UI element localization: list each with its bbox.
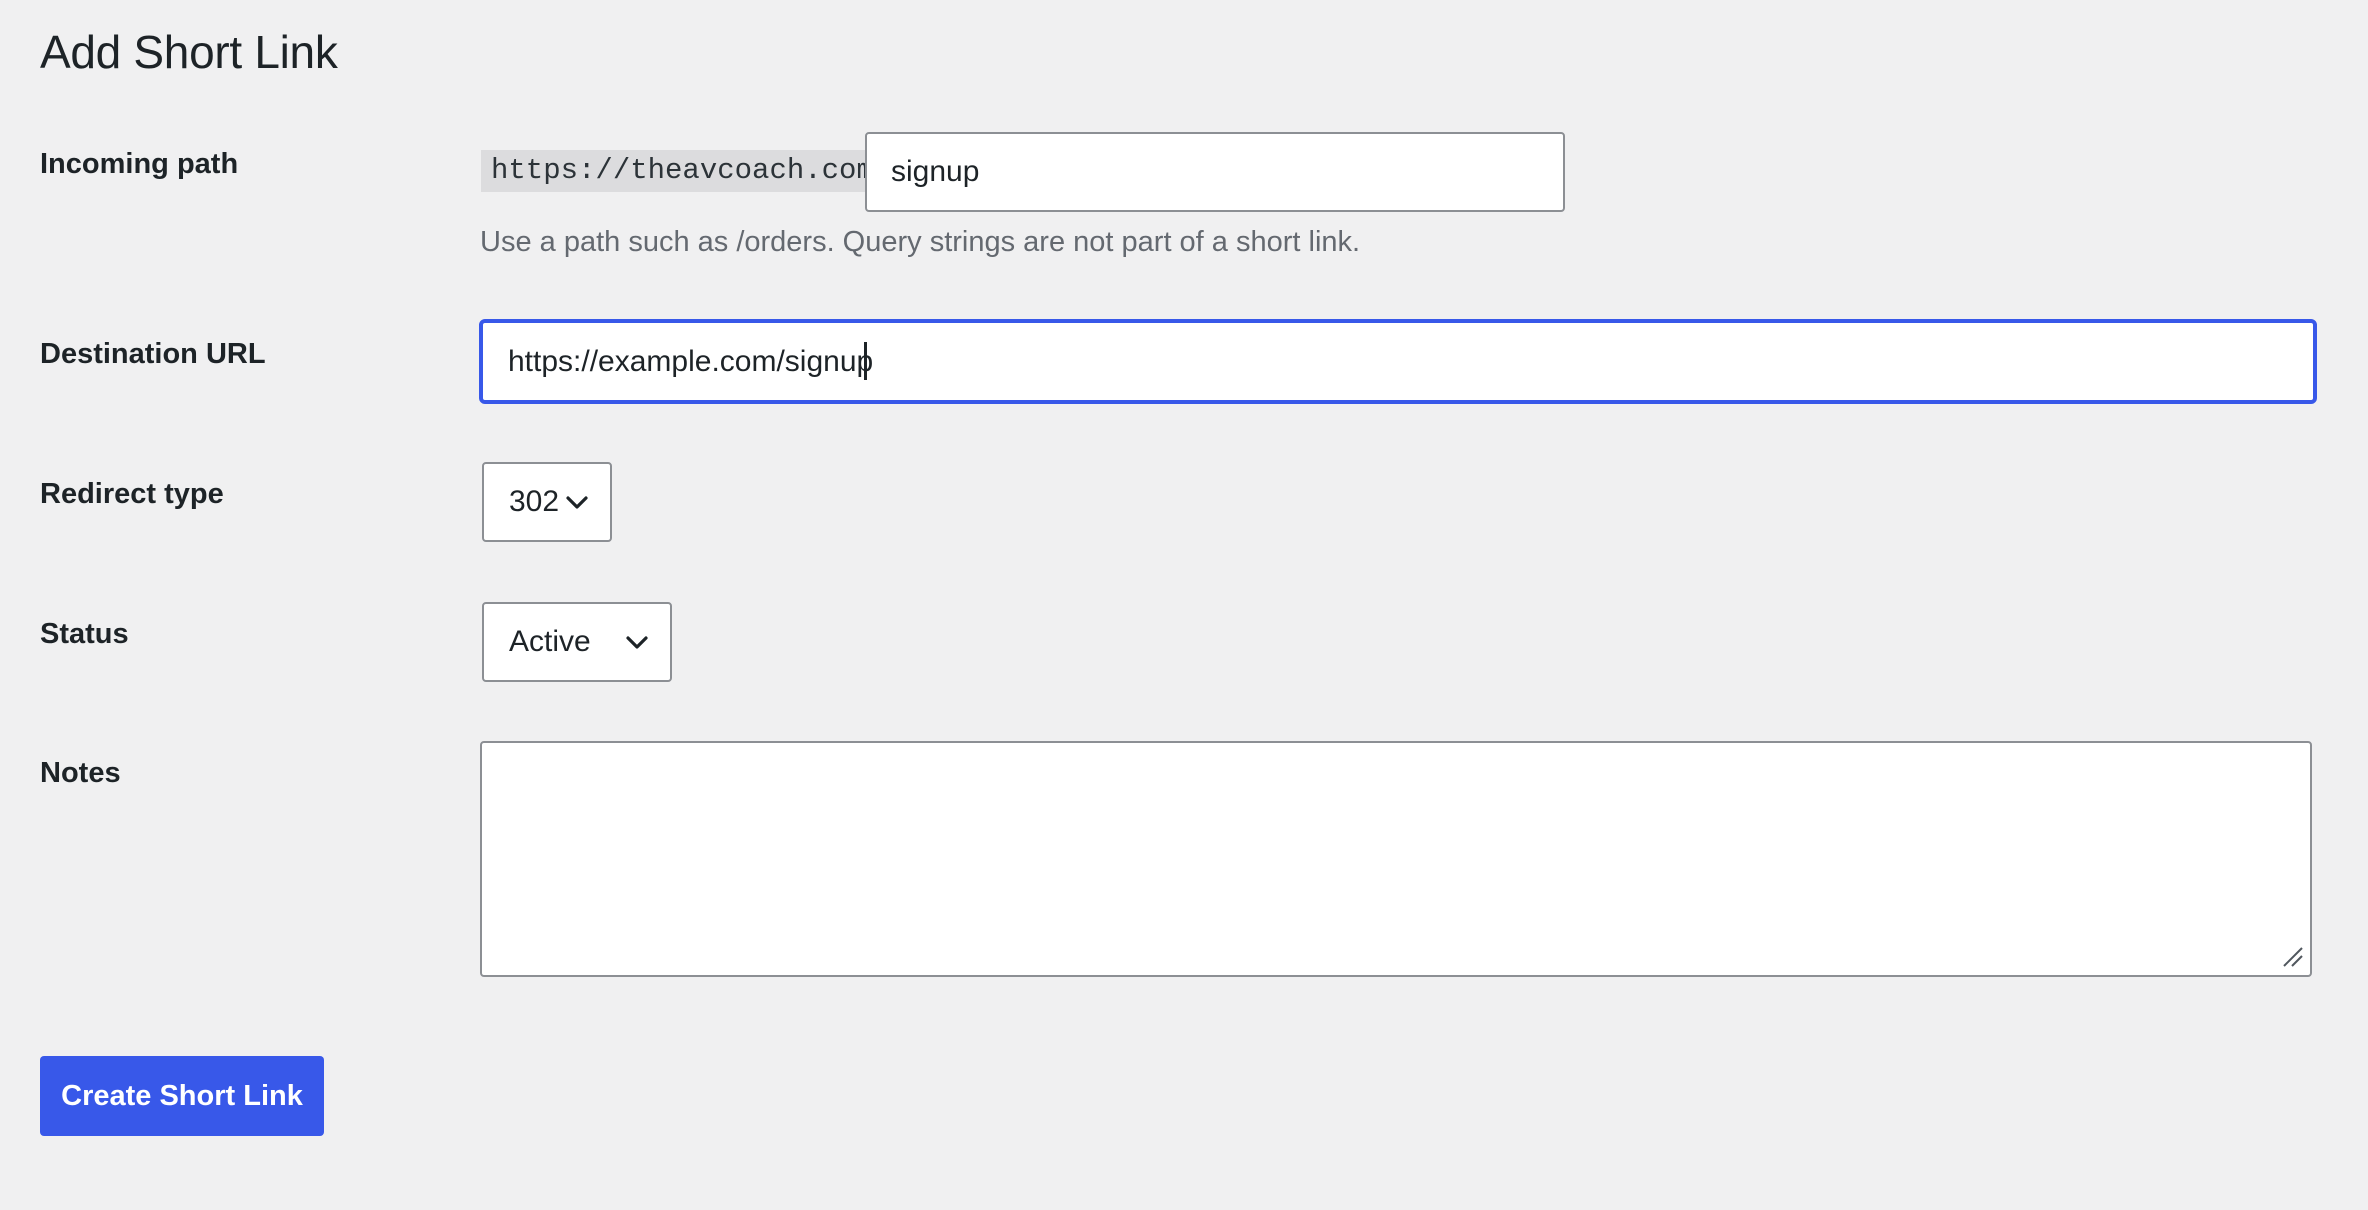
- destination-url-label: Destination URL: [40, 338, 266, 370]
- chevron-down-icon: [564, 490, 590, 516]
- incoming-path-label: Incoming path: [40, 148, 239, 180]
- incoming-path-help: Use a path such as /orders. Query string…: [480, 226, 1361, 258]
- notes-textarea[interactable]: [480, 741, 2312, 977]
- redirect-type-value: 302: [509, 485, 560, 518]
- status-label: Status: [40, 618, 129, 650]
- chevron-down-icon: [624, 630, 650, 656]
- destination-url-input[interactable]: [479, 319, 2317, 404]
- text-caret: [864, 342, 867, 380]
- notes-label: Notes: [40, 757, 121, 789]
- status-select[interactable]: Active: [482, 602, 672, 682]
- create-short-link-button[interactable]: Create Short Link: [40, 1056, 324, 1136]
- redirect-type-select[interactable]: 302: [482, 462, 612, 542]
- incoming-path-prefix: https://theavcoach.com/: [481, 150, 902, 192]
- incoming-path-input[interactable]: [865, 132, 1565, 212]
- page-title: Add Short Link: [40, 26, 338, 78]
- redirect-type-label: Redirect type: [40, 478, 224, 510]
- resize-grip-icon[interactable]: [2280, 944, 2304, 968]
- status-value: Active: [509, 625, 591, 658]
